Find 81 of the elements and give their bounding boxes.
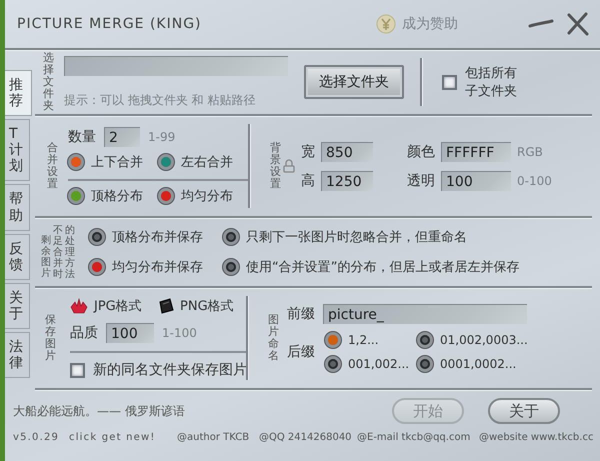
unit-label: RGB xyxy=(517,144,544,158)
radio-button[interactable] xyxy=(417,356,433,372)
range-hint: 0-100 xyxy=(517,174,552,188)
radio-option[interactable]: 使用“合并设置”的分布，但居上或者居左并保存 xyxy=(223,258,520,276)
radio-option[interactable]: 均匀分布 xyxy=(158,187,248,205)
radio-option[interactable]: 顶格分布 xyxy=(68,187,158,205)
radio-button[interactable] xyxy=(417,332,433,348)
path-field[interactable] xyxy=(64,56,288,76)
section-label: 的处理方法 xyxy=(65,224,75,280)
section-label: 合并设置 xyxy=(47,142,58,190)
radio-button[interactable] xyxy=(158,188,174,204)
width-field[interactable]: 850 xyxy=(321,142,373,162)
about-button[interactable]: 关于 xyxy=(488,398,560,424)
field-label: 宽 xyxy=(301,142,315,160)
color-field[interactable]: FFFFFF xyxy=(441,142,511,162)
sidebar-tab[interactable]: 法律 xyxy=(5,332,30,378)
sidebar-tab[interactable]: 推荐 xyxy=(5,70,32,116)
opacity-field[interactable]: 100 xyxy=(441,170,511,190)
field-label: 数量 xyxy=(68,128,96,146)
field-label: 前缀 xyxy=(287,305,315,323)
update-link[interactable]: click get new! xyxy=(69,432,177,443)
sidebar-tab[interactable]: 反馈 xyxy=(5,234,30,280)
radio-button[interactable] xyxy=(325,356,341,372)
range-hint: 1-100 xyxy=(162,326,197,340)
radio-option[interactable]: 0001,0002... xyxy=(417,356,528,372)
radio-option[interactable]: 上下合并 xyxy=(68,153,158,171)
footer-text: @author TKCB xyxy=(177,432,250,443)
card-icon xyxy=(158,298,174,314)
hint-text: 提示：可以 拖拽文件夹 和 粘贴路径 xyxy=(64,92,256,108)
height-field[interactable]: 1250 xyxy=(321,170,373,190)
checkbox[interactable] xyxy=(70,362,85,378)
format-option[interactable]: PNG格式 xyxy=(158,297,246,315)
field-label: 高 xyxy=(301,172,315,190)
radio-option[interactable]: 01,002,0003... xyxy=(417,332,528,348)
checkbox-label: 新的同名文件夹保存图片 xyxy=(93,361,247,379)
quality-field[interactable]: 100 xyxy=(106,323,154,343)
radio-option[interactable]: 只剩下一张图片时忽略合并，但重命名 xyxy=(223,228,520,246)
radio-button[interactable] xyxy=(158,154,174,170)
quote-text: 大船必能远航。—— 俄罗斯谚语 xyxy=(13,402,185,420)
lock-icon xyxy=(283,159,295,173)
minimize-icon[interactable] xyxy=(528,18,554,30)
sidebar-tab[interactable]: 帮助 xyxy=(5,184,30,231)
count-field[interactable]: 2 xyxy=(104,127,140,147)
field-label: 品质 xyxy=(70,324,98,342)
radio-button[interactable] xyxy=(89,229,105,245)
radio-button[interactable] xyxy=(68,154,84,170)
radio-option[interactable]: 001,002... xyxy=(325,356,417,372)
field-label: 透明 xyxy=(407,172,435,190)
field-label: 颜色 xyxy=(407,142,435,160)
radio-option[interactable]: 均匀分布并保存 xyxy=(89,258,223,276)
radio-button[interactable] xyxy=(325,332,341,348)
field-label: 后缀 xyxy=(287,343,315,361)
sidebar-tab[interactable]: T计划 xyxy=(5,119,30,182)
section-label: 剩余图片 xyxy=(41,234,51,278)
range-hint: 1-99 xyxy=(148,130,176,144)
footer-text: @QQ 2414268040 xyxy=(259,432,353,443)
section-label: 图片命名 xyxy=(268,314,279,362)
radio-button[interactable] xyxy=(223,259,239,275)
prefix-field[interactable]: picture_ xyxy=(323,304,527,324)
radio-button[interactable] xyxy=(68,188,84,204)
section-label: 背景设置 xyxy=(270,142,281,190)
coin-icon xyxy=(376,14,396,34)
sidebar-tab[interactable]: 关于 xyxy=(5,282,30,330)
footer-text: @website www.tkcb.cc xyxy=(479,432,594,443)
radio-option[interactable]: 1,2... xyxy=(325,332,417,348)
radio-option[interactable]: 左右合并 xyxy=(158,153,248,171)
checkbox-label: 包括所有子文件夹 xyxy=(465,65,518,100)
section-label: 选择文件夹 xyxy=(43,52,54,112)
format-option[interactable]: JPG格式 xyxy=(70,297,158,315)
section-label: 不足合并时 xyxy=(53,224,63,280)
footer-text: @E-mail tkcb@qq.com xyxy=(357,432,472,443)
radio-option[interactable]: 顶格分布并保存 xyxy=(89,228,223,246)
crystal-icon xyxy=(70,298,88,314)
version-text: v5.0.29 xyxy=(13,432,60,443)
window-title: PICTURE MERGE (KING) xyxy=(17,16,202,32)
radio-button[interactable] xyxy=(89,259,105,275)
choose-folder-button[interactable]: 选择文件夹 xyxy=(304,65,404,99)
close-icon[interactable] xyxy=(566,12,590,36)
radio-button[interactable] xyxy=(223,229,239,245)
section-label: 保存图片 xyxy=(45,314,56,362)
checkbox[interactable] xyxy=(442,74,457,90)
